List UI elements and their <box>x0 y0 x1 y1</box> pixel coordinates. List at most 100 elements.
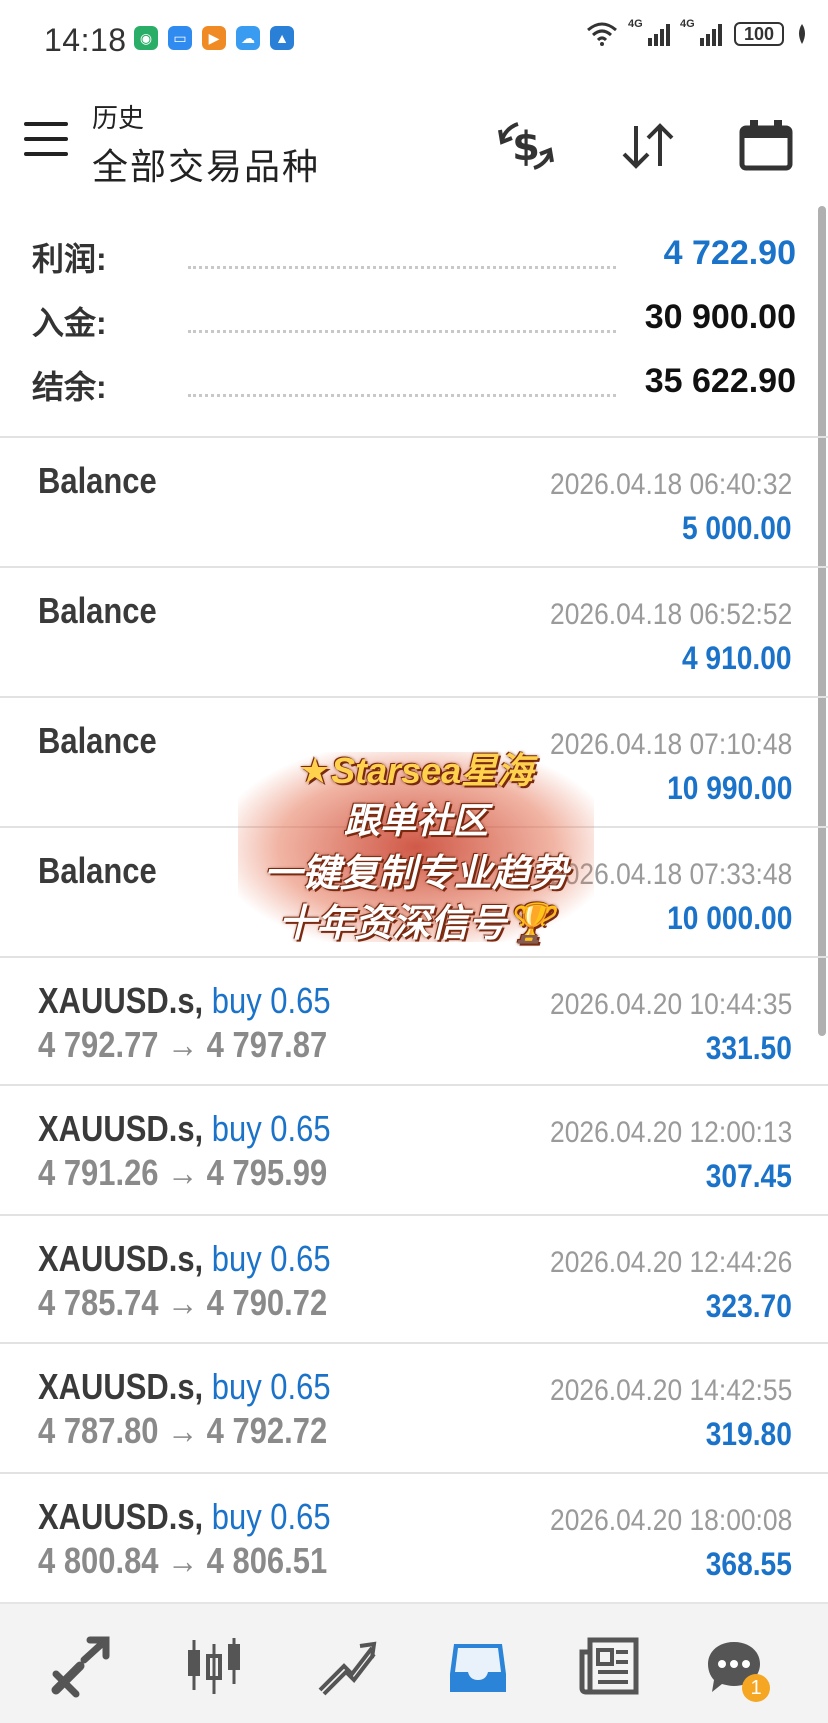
deal-title: XAUUSD.s, buy 0.65 <box>38 1108 331 1150</box>
deal-time: 2026.04.20 12:44:26 <box>549 1246 792 1279</box>
list-item[interactable]: Balance 2026.04.18 06:52:52 4 910.00 <box>0 568 828 696</box>
quotes-icon[interactable] <box>50 1634 114 1698</box>
deal-symbol: Balance <box>38 590 157 631</box>
list-item[interactable]: Balance 2026.04.18 06:40:32 5 000.00 <box>0 438 828 566</box>
deposit-value: 30 900.00 <box>644 298 796 336</box>
deal-symbol: XAUUSD.s, <box>38 1366 204 1407</box>
deal-type: buy 0.65 <box>211 1108 331 1149</box>
deal-title: XAUUSD.s, buy 0.65 <box>38 1366 331 1408</box>
deal-profit: 331.50 <box>705 1030 792 1066</box>
dotted-leader <box>188 330 616 333</box>
deal-symbol: Balance <box>38 720 157 761</box>
list-item[interactable]: Balance 2026.04.18 07:33:48 10 000.00 <box>0 828 828 956</box>
deal-symbol: XAUUSD.s, <box>38 1108 204 1149</box>
battery-level: 100 <box>743 23 775 44</box>
cloud-icon: ☁ <box>236 26 260 50</box>
balance-label: 结余: <box>32 369 107 405</box>
deal-title: XAUUSD.s, buy 0.65 <box>38 1238 331 1280</box>
deal-symbol: Balance <box>38 850 157 891</box>
list-item[interactable]: XAUUSD.s, buy 0.65 4 787.80 → 4 792.72 2… <box>0 1344 828 1472</box>
balance-row: 结余: 35 622.90 <box>32 354 796 414</box>
history-inbox-icon[interactable] <box>446 1634 510 1698</box>
currency-exchange-icon[interactable]: $ <box>496 116 556 176</box>
deal-symbol: XAUUSD.s, <box>38 980 204 1021</box>
deal-symbol: Balance <box>38 460 157 501</box>
status-app-icons: ◉ ▭ ▶ ☁ ▲ <box>134 26 294 50</box>
deal-type: buy 0.65 <box>211 980 331 1021</box>
signal-2-icon: 4G <box>680 18 722 46</box>
summary-section: 利润: 4 722.90 入金: 30 900.00 结余: 35 622.90 <box>0 200 828 438</box>
list-item[interactable]: XAUUSD.s, buy 0.65 4 800.84 → 4 806.51 2… <box>0 1474 828 1602</box>
deal-prices: 4 792.77 → 4 797.87 <box>38 1024 328 1065</box>
deal-time: 2026.04.18 07:33:48 <box>549 858 792 891</box>
deal-title: XAUUSD.s, buy 0.65 <box>38 1496 331 1538</box>
deal-type: buy 0.65 <box>211 1496 331 1537</box>
deal-type: buy 0.65 <box>211 1238 331 1279</box>
video-icon: ▶ <box>202 26 226 50</box>
profit-row: 利润: 4 722.90 <box>32 226 796 286</box>
battery-icon: 100 <box>734 22 784 46</box>
deal-time: 2026.04.18 06:40:32 <box>549 468 792 501</box>
chart-candles-icon[interactable] <box>182 1634 246 1698</box>
chat-icon[interactable]: 1 <box>702 1634 770 1702</box>
dotted-leader <box>188 394 616 397</box>
list-item[interactable]: XAUUSD.s, buy 0.65 4 792.77 → 4 797.87 2… <box>0 958 828 1086</box>
list-item[interactable]: Balance 2026.04.18 07:10:48 10 990.00 <box>0 698 828 826</box>
deal-profit: 323.70 <box>705 1288 792 1324</box>
status-bar: 14:18 ◉ ▭ ▶ ☁ ▲ 4G 4G 100 <box>0 0 828 80</box>
message-icon: ▭ <box>168 26 192 50</box>
deal-title: Balance <box>38 720 157 762</box>
deal-profit: 319.80 <box>705 1416 792 1452</box>
page-subtitle: 历史 <box>92 103 145 133</box>
deposit-label: 入金: <box>32 305 107 341</box>
deal-title: Balance <box>38 590 157 632</box>
profit-label: 利润: <box>32 241 107 277</box>
deal-prices: 4 787.80 → 4 792.72 <box>38 1410 328 1451</box>
bottom-nav: 1 <box>0 1602 828 1723</box>
network-label-1: 4G <box>628 18 643 30</box>
trade-icon[interactable] <box>314 1634 378 1698</box>
status-indicators: 4G 4G 100 <box>586 18 808 46</box>
signal-1-icon: 4G <box>628 18 670 46</box>
deal-symbol: XAUUSD.s, <box>38 1238 204 1279</box>
page-title[interactable]: 全部交易品种 <box>92 138 320 190</box>
status-time: 14:18 <box>44 22 127 58</box>
deal-prices: 4 785.74 → 4 790.72 <box>38 1282 328 1323</box>
deal-type: buy 0.65 <box>211 1366 331 1407</box>
wifi-icon <box>587 22 617 46</box>
network-label-2: 4G <box>680 18 695 30</box>
svg-text:$: $ <box>512 124 540 170</box>
app-icon: ▲ <box>270 26 294 50</box>
menu-icon[interactable] <box>24 122 68 156</box>
balance-value: 35 622.90 <box>644 362 796 400</box>
deal-title: XAUUSD.s, buy 0.65 <box>38 980 331 1022</box>
list-item[interactable]: XAUUSD.s, buy 0.65 4 791.26 → 4 795.99 2… <box>0 1086 828 1214</box>
deal-prices: 4 800.84 → 4 806.51 <box>38 1540 328 1581</box>
deal-profit: 5 000.00 <box>682 510 792 546</box>
deal-time: 2026.04.20 12:00:13 <box>549 1116 792 1149</box>
wechat-icon: ◉ <box>134 26 158 50</box>
deal-time: 2026.04.18 07:10:48 <box>549 728 792 761</box>
chat-badge: 1 <box>742 1674 770 1702</box>
deal-time: 2026.04.20 18:00:08 <box>549 1504 792 1537</box>
profit-value: 4 722.90 <box>663 234 796 272</box>
deal-profit: 4 910.00 <box>682 640 792 676</box>
calendar-icon[interactable] <box>736 116 796 176</box>
leaf-icon <box>799 24 805 44</box>
app-header: 历史 全部交易品种 $ <box>0 80 828 190</box>
deal-symbol: XAUUSD.s, <box>38 1496 204 1537</box>
deal-profit: 10 990.00 <box>666 770 792 806</box>
deal-title: Balance <box>38 850 157 892</box>
sort-icon[interactable] <box>618 116 678 176</box>
deal-profit: 307.45 <box>705 1158 792 1194</box>
deal-profit: 10 000.00 <box>666 900 792 936</box>
deal-title: Balance <box>38 460 157 502</box>
deal-prices: 4 791.26 → 4 795.99 <box>38 1152 328 1193</box>
list-item[interactable]: XAUUSD.s, buy 0.65 4 785.74 → 4 790.72 2… <box>0 1216 828 1344</box>
deal-time: 2026.04.18 06:52:52 <box>549 598 792 631</box>
news-icon[interactable] <box>578 1634 642 1698</box>
dotted-leader <box>188 266 616 269</box>
deposit-row: 入金: 30 900.00 <box>32 290 796 350</box>
deal-time: 2026.04.20 14:42:55 <box>549 1374 792 1407</box>
deal-profit: 368.55 <box>705 1546 792 1582</box>
